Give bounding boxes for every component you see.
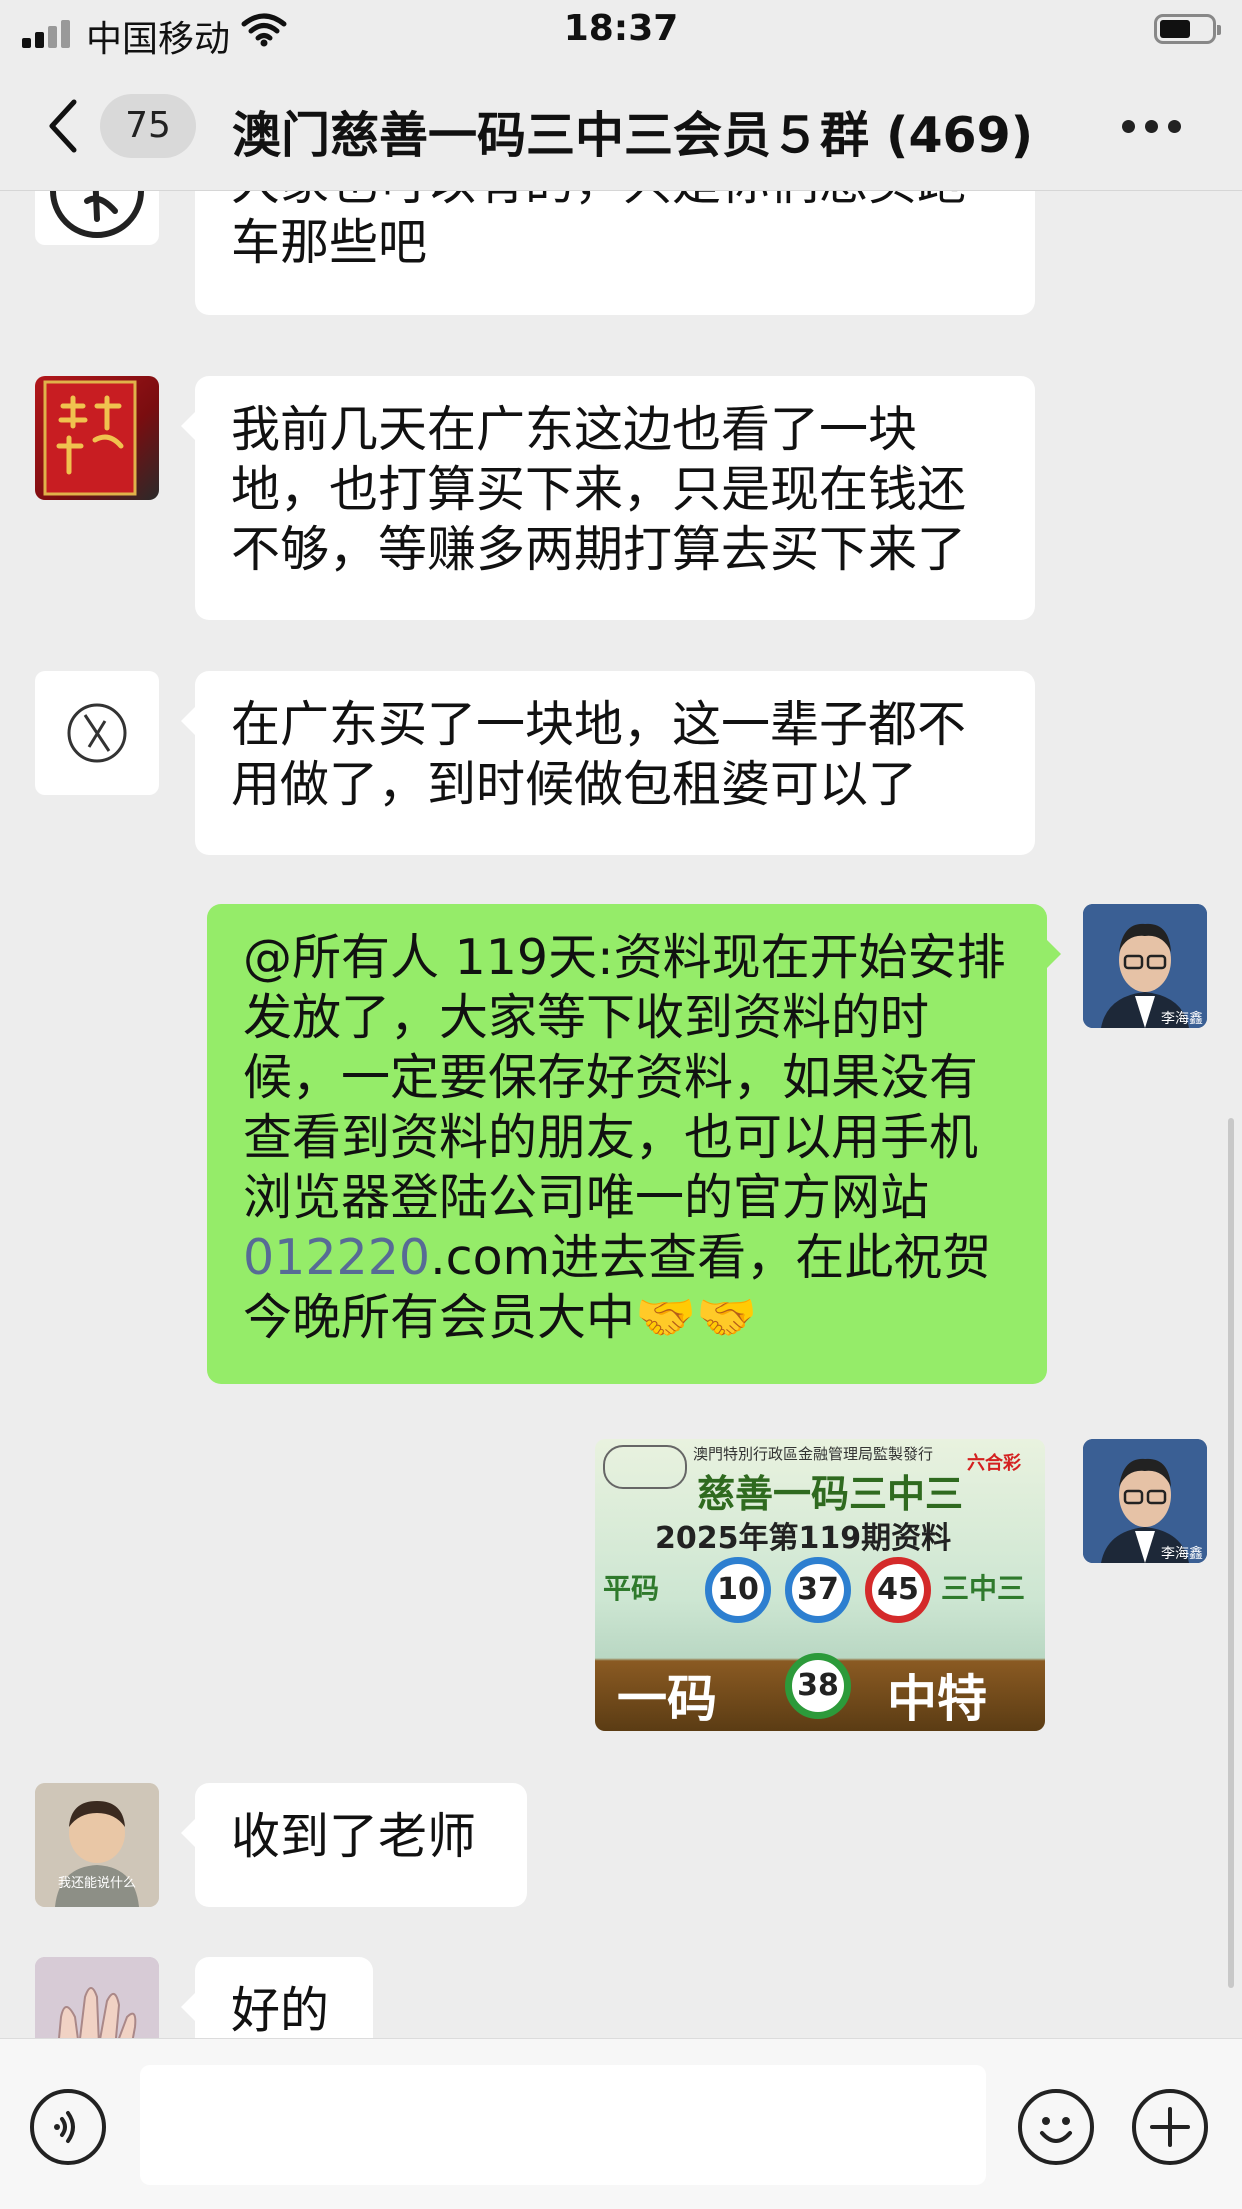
man-with-glasses-avatar[interactable]: 李海鑫 [1083,1439,1207,1563]
special-ball: 38 [785,1653,851,1719]
message-bubble[interactable]: 在广东买了一块地，这一辈子都不用做了，到时候做包租婆可以了 [195,671,1035,855]
image-left-label: 平码 [603,1572,660,1605]
message-bubble[interactable]: 收到了老师 [195,1783,527,1907]
message-bubble[interactable]: @所有人 119天:资料现在开始安排发放了，大家等下收到资料的时候，一定要保存好… [207,904,1047,1384]
voice-input-icon[interactable] [30,2089,106,2165]
message-list[interactable]: 大家也可以有的，只是你们想买跑车那些吧 我前几天在广东这边也看了一块地，也打算买… [0,191,1242,2038]
avatar-caption: 李海鑫 [1161,1546,1203,1562]
message-bubble[interactable]: 大家也可以有的，只是你们想买跑车那些吧 [195,191,1035,315]
message-text: 在广东买了一块地，这一辈子都不用做了，到时候做包租婆可以了 [231,696,967,813]
image-org: 澳門特別行政區金融管理局監製發行 [693,1445,934,1463]
message-text: 收到了老师 [231,1808,477,1865]
lottery-ball: 10 [705,1557,771,1623]
message-input[interactable] [140,2065,986,2185]
message-text: @所有人 119天:资料现在开始安排发放了，大家等下收到资料的时候，一定要保存好… [243,929,1006,1226]
lottery-ball: 45 [865,1557,931,1623]
man-with-glasses-avatar[interactable]: 李海鑫 [1083,904,1207,1028]
message-bubble[interactable]: 好的 [195,1957,373,2038]
input-bar [0,2038,1242,2209]
website-link[interactable]: 012220 [243,1229,430,1286]
jockey-club-logo [603,1445,687,1489]
lottery-result-image[interactable]: 澳門特別行政區金融管理局監製發行 六合彩 慈善一码三中三 2025年第119期资… [595,1439,1045,1731]
image-bottom-right: 中特 [887,1670,987,1728]
calligraphy-logo-avatar[interactable] [35,191,159,245]
lottery-ball: 37 [785,1557,851,1623]
message-bubble[interactable]: 我前几天在广东这边也看了一块地，也打算买下来，只是现在钱还不够，等赚多两期打算去… [195,376,1035,620]
image-title: 慈善一码三中三 [697,1472,964,1516]
unread-badge[interactable]: 75 [100,94,196,158]
chat-title: 澳门慈善一码三中三会员５群 (469) [232,107,1034,164]
red-envelope-avatar[interactable] [35,376,159,500]
image-subtitle: 2025年第119期资料 [655,1521,952,1556]
add-more-icon[interactable] [1132,2089,1208,2165]
battery-icon [1154,14,1221,44]
message-text: 大家也可以有的，只是你们想买跑车那些吧 [231,191,966,271]
mark-six-logo: 六合彩 [967,1453,1021,1474]
clock: 18:37 [563,8,679,49]
more-options-icon[interactable] [1122,120,1182,134]
status-bar: 中国移动 18:37 [0,0,1242,62]
circle-logo-avatar[interactable] [35,671,159,795]
avatar-caption: 李海鑫 [1161,1011,1203,1027]
emoji-icon[interactable] [1018,2089,1094,2165]
back-chevron-icon[interactable] [44,98,84,154]
avatar-caption: 我还能说什么 [57,1876,136,1891]
message-text: 我前几天在广东这边也看了一块地，也打算买下来，只是现在钱还不够，等赚多两期打算去… [231,401,967,578]
chat-header: 75 澳门慈善一码三中三会员５群 (469) [0,62,1242,191]
hand-avatar[interactable] [35,1957,159,2038]
child-avatar[interactable]: 我还能说什么 [35,1783,159,1907]
image-bottom-left: 一码 [617,1670,717,1728]
message-text: 好的 [231,1982,330,2038]
scrollbar[interactable] [1228,1118,1234,1988]
image-right-label: 三中三 [941,1572,1026,1605]
